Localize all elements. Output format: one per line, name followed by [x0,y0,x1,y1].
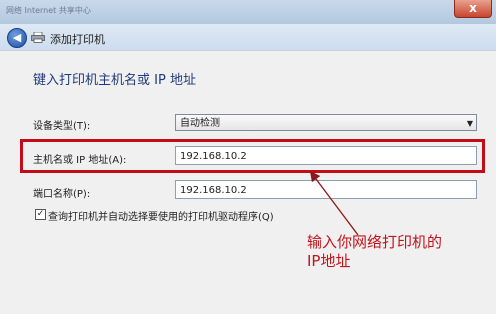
wizard-content: 键入打印机主机名或 IP 地址 设备类型(T): 自动检测 ▼ 主机名或 IP … [0,50,496,314]
close-button[interactable]: x [454,0,492,18]
navigation-bar: ◀ 添加打印机 [0,24,496,50]
wizard-title: 添加打印机 [50,33,105,46]
annotation-text: 输入你网络打印机的 IP地址 [307,233,457,271]
annotation-line-1: 输入你网络打印机的 [307,233,443,251]
annotation-arrow [309,170,359,236]
window-title: 网络 Internet 共享中心 [6,6,91,15]
annotation-line-2: IP地址 [307,252,351,270]
printer-icon [31,32,45,43]
window-titlebar: 网络 Internet 共享中心 x [0,0,496,24]
back-button[interactable]: ◀ [7,28,27,48]
